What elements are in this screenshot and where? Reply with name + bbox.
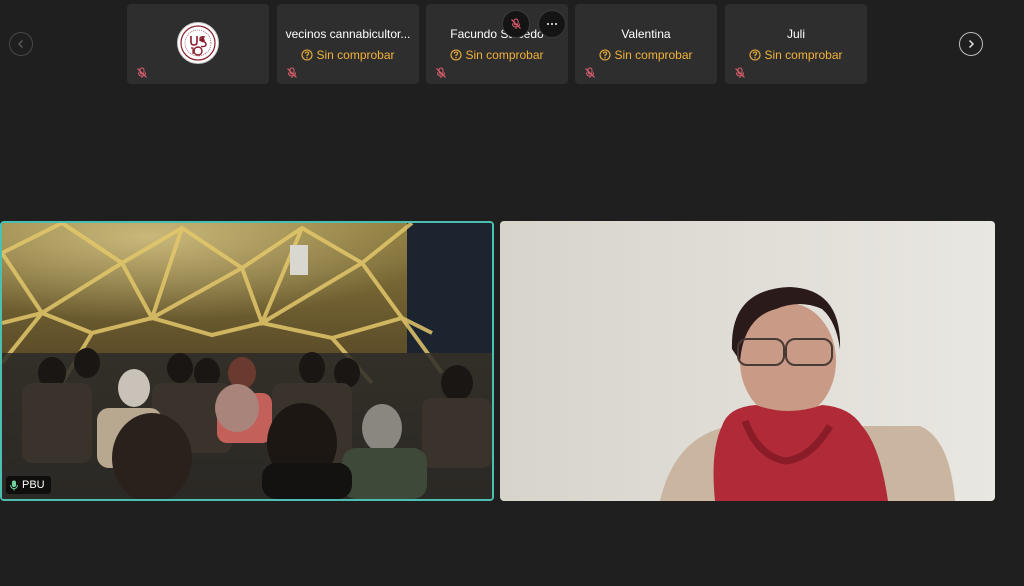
mic-off-icon bbox=[585, 67, 595, 78]
previous-page-button[interactable] bbox=[9, 32, 33, 56]
question-circle-icon bbox=[450, 49, 463, 61]
participant-label: PBU bbox=[22, 479, 45, 491]
chevron-right-icon bbox=[968, 39, 975, 49]
participant-tile[interactable] bbox=[127, 4, 269, 84]
participant-name: Valentina bbox=[621, 27, 671, 41]
verification-status: Sin comprobar bbox=[575, 48, 717, 62]
question-circle-icon bbox=[749, 49, 762, 61]
verification-status: Sin comprobar bbox=[426, 48, 568, 62]
video-feed-room[interactable]: PBU bbox=[0, 221, 494, 501]
more-options-icon bbox=[547, 23, 557, 25]
participant-name-tag: PBU bbox=[6, 476, 51, 494]
mic-off-icon bbox=[511, 18, 521, 29]
question-circle-icon bbox=[301, 49, 314, 61]
audience-video-image bbox=[2, 223, 492, 499]
participant-video-image bbox=[500, 221, 995, 501]
mic-off-icon bbox=[735, 67, 745, 78]
status-label: Sin comprobar bbox=[764, 48, 843, 62]
participant-tile[interactable]: Juli Sin comprobar bbox=[725, 4, 867, 84]
participant-tile[interactable]: Valentina Sin comprobar bbox=[575, 4, 717, 84]
mic-off-icon bbox=[137, 67, 147, 78]
verification-status: Sin comprobar bbox=[725, 48, 867, 62]
participant-name: Juli bbox=[786, 27, 805, 41]
status-label: Sin comprobar bbox=[316, 48, 395, 62]
university-logo bbox=[177, 22, 219, 64]
mute-participant-button[interactable] bbox=[502, 10, 530, 38]
more-options-button[interactable] bbox=[538, 10, 566, 38]
question-circle-icon bbox=[599, 49, 612, 61]
mic-off-icon bbox=[287, 67, 297, 78]
participant-name: vecinos cannabicultor... bbox=[285, 27, 411, 41]
participant-tile[interactable]: vecinos cannabicultor... Sin comprobar bbox=[277, 4, 419, 84]
mic-off-icon bbox=[436, 67, 446, 78]
participant-tile[interactable]: Facundo Salcedo Sin comprobar bbox=[426, 4, 568, 84]
mic-on-icon bbox=[10, 480, 18, 490]
video-feed-participant[interactable] bbox=[500, 221, 995, 501]
status-label: Sin comprobar bbox=[465, 48, 544, 62]
next-page-button[interactable] bbox=[959, 32, 983, 56]
status-label: Sin comprobar bbox=[614, 48, 693, 62]
verification-status: Sin comprobar bbox=[277, 48, 419, 62]
chevron-left-icon bbox=[17, 39, 24, 49]
